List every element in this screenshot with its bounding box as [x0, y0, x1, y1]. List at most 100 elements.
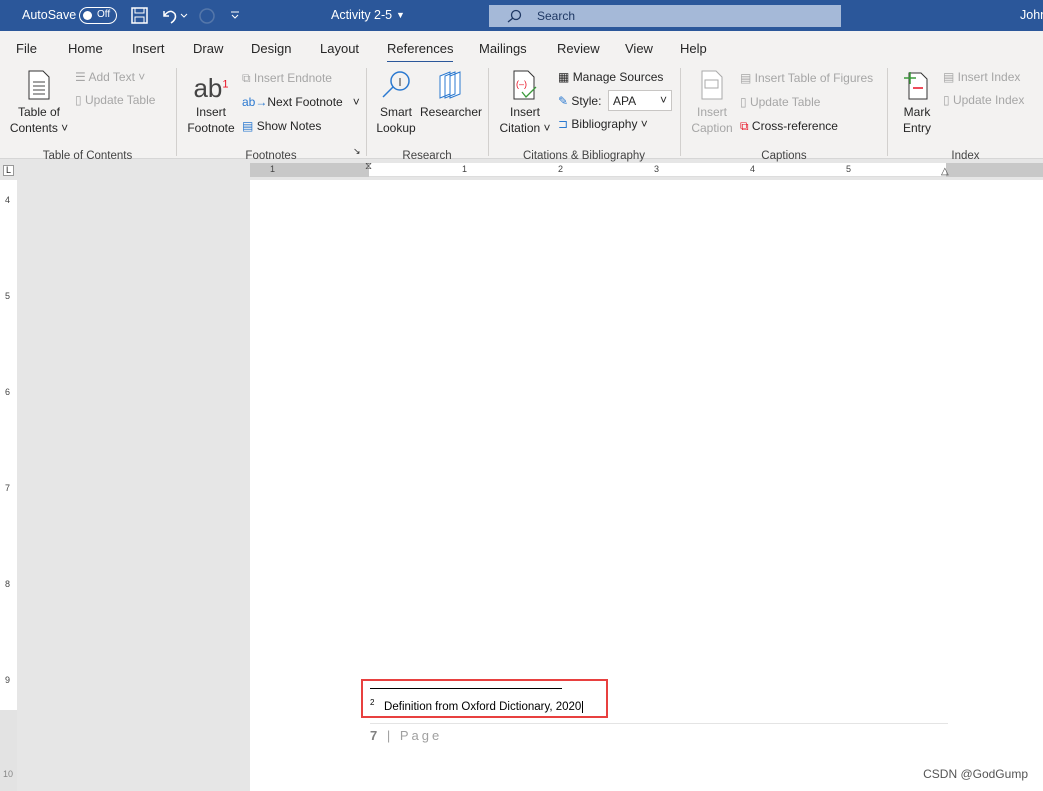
insert-citation-button[interactable]: (–) Insert Citation ˅	[496, 70, 554, 136]
svg-text:(–): (–)	[516, 79, 527, 89]
group-label-captions: Captions	[761, 150, 807, 162]
manage-sources-icon: ▦	[558, 70, 570, 84]
autosave-toggle[interactable]: Off	[79, 7, 117, 24]
bibliography-button[interactable]: ⊐ Bibliography ˅	[558, 117, 648, 131]
researcher-icon	[439, 71, 461, 99]
group-label-citations: Citations & Bibliography	[522, 150, 646, 162]
user-name[interactable]: John	[1020, 8, 1043, 22]
search-box[interactable]: Search	[489, 5, 841, 27]
update-table-captions-button[interactable]: ▯ Update Table	[740, 95, 820, 109]
chevron-down-icon[interactable]: ▼	[396, 10, 405, 20]
bibliography-icon: ⊐	[558, 117, 569, 131]
mark-entry-label-2: Entry	[902, 121, 931, 135]
cross-reference-icon: ⧉	[740, 119, 749, 133]
ruler-margin-bottom	[0, 710, 17, 791]
page-footer: 7 | Page	[370, 728, 442, 743]
footnote-separator	[370, 688, 562, 689]
tab-layout[interactable]: Layout	[320, 41, 359, 56]
ruler-tick: 5	[846, 164, 852, 174]
vertical-ruler[interactable]: 4 5 6 7 8 9 10	[0, 180, 17, 791]
footnote-text[interactable]: Definition from Oxford Dictionary, 2020	[384, 701, 581, 713]
tab-review[interactable]: Review	[557, 41, 600, 56]
insert-footnote-label-2: Footnote	[187, 120, 235, 135]
tab-mailings[interactable]: Mailings	[479, 41, 527, 56]
footnote-ab-icon: ab1	[193, 72, 229, 103]
divider	[488, 68, 489, 156]
indent-marker[interactable]: ⧖	[365, 161, 372, 172]
manage-sources-button[interactable]: ▦ Manage Sources	[558, 70, 663, 84]
add-text-button[interactable]: ☰ Add Text ˅	[75, 70, 145, 84]
insert-tof-label: Insert Table of Figures	[754, 71, 874, 85]
right-indent-marker[interactable]: △	[941, 166, 949, 177]
insert-caption-label-1: Insert	[696, 105, 727, 119]
title-bar: AutoSave Off Activity 2-5 ▼ Search John	[0, 0, 1043, 31]
tab-help[interactable]: Help	[680, 41, 707, 56]
insert-index-label: Insert Index	[957, 70, 1021, 84]
update-index-button[interactable]: ▯ Update Index	[943, 93, 1024, 107]
tab-design[interactable]: Design	[251, 41, 291, 56]
style-label-text: Style:	[571, 94, 602, 108]
tab-selector[interactable]: L	[3, 165, 14, 176]
smart-lookup-label-1: Smart	[379, 105, 412, 119]
cross-reference-button[interactable]: ⧉ Cross-reference	[740, 119, 838, 134]
footnote[interactable]: 2 Definition from Oxford Dictionary, 202…	[370, 698, 584, 713]
style-brush-icon: ✎	[558, 94, 569, 108]
mark-entry-button[interactable]: Mark Entry	[896, 70, 938, 136]
group-label-toc: Table of Contents	[42, 150, 133, 162]
update-index-label: Update Index	[952, 93, 1025, 107]
insert-index-button[interactable]: ▤ Insert Index	[943, 70, 1020, 84]
style-value: APA	[613, 94, 637, 108]
style-dropdown[interactable]: APA ˅	[608, 90, 672, 111]
update-table-captions-label: Update Table	[749, 95, 821, 109]
tab-insert[interactable]: Insert	[132, 41, 165, 56]
tab-file[interactable]: File	[16, 41, 37, 56]
page-number: 7	[370, 728, 381, 743]
divider	[176, 68, 177, 156]
page-label: | Page	[386, 728, 443, 743]
ruler-tick: 3	[654, 164, 660, 174]
tab-home[interactable]: Home	[68, 41, 103, 56]
smart-lookup-button[interactable]: Smart Lookup	[374, 70, 418, 136]
tab-references[interactable]: References	[387, 41, 454, 64]
show-notes-label: Show Notes	[256, 119, 322, 133]
divider	[680, 68, 681, 156]
tab-view[interactable]: View	[625, 41, 653, 56]
dialog-launcher-icon[interactable]: ↘	[353, 146, 361, 157]
toc-label-1: Table of	[17, 105, 61, 119]
insert-table-of-figures-button[interactable]: ▤ Insert Table of Figures	[740, 71, 873, 85]
customize-qat-icon[interactable]	[230, 10, 240, 20]
save-icon[interactable]	[131, 7, 148, 24]
researcher-button[interactable]: Researcher	[420, 70, 483, 120]
researcher-label: Researcher	[420, 105, 483, 119]
insert-caption-icon	[701, 70, 723, 100]
show-notes-icon: ▤	[242, 119, 254, 133]
document-title[interactable]: Activity 2-5	[331, 8, 392, 22]
group-label-footnotes: Footnotes	[245, 150, 297, 162]
next-footnote-icon: ab→	[242, 95, 268, 109]
next-footnote-label: Next Footnote	[267, 95, 343, 109]
mark-entry-icon	[904, 72, 928, 100]
ruler-tick: 7	[5, 483, 11, 493]
cross-reference-label: Cross-reference	[751, 119, 838, 133]
divider	[366, 68, 367, 156]
insert-endnote-button[interactable]: ⧉ Insert Endnote	[242, 71, 332, 86]
table-of-contents-button[interactable]: Table of Contents ˅	[8, 70, 70, 136]
redo-icon[interactable]	[198, 7, 216, 25]
show-notes-button[interactable]: ▤ Show Notes	[242, 119, 321, 133]
bibliography-label: Bibliography	[571, 117, 638, 131]
insert-citation-icon: (–)	[513, 70, 537, 100]
ruler-tick: 1	[462, 164, 468, 174]
smart-lookup-icon	[382, 71, 410, 98]
update-table-button[interactable]: ▯ Update Table	[75, 93, 155, 107]
autosave-label: AutoSave	[22, 8, 77, 22]
text-cursor	[582, 700, 584, 713]
insert-caption-label-2: Caption	[691, 121, 733, 135]
horizontal-ruler[interactable]: 1 1 2 3 4 5 ⧖ △	[250, 161, 1043, 177]
undo-icon[interactable]	[160, 7, 188, 24]
toc-label-2: Contents	[9, 121, 58, 135]
insert-footnote-button[interactable]: ab1 Insert Footnote	[184, 68, 238, 136]
tab-draw[interactable]: Draw	[193, 41, 223, 56]
next-footnote-button[interactable]: ab→Next Footnote ˅	[242, 95, 360, 109]
insert-caption-button[interactable]: Insert Caption	[688, 70, 736, 136]
insert-citation-label-1: Insert	[509, 105, 540, 119]
